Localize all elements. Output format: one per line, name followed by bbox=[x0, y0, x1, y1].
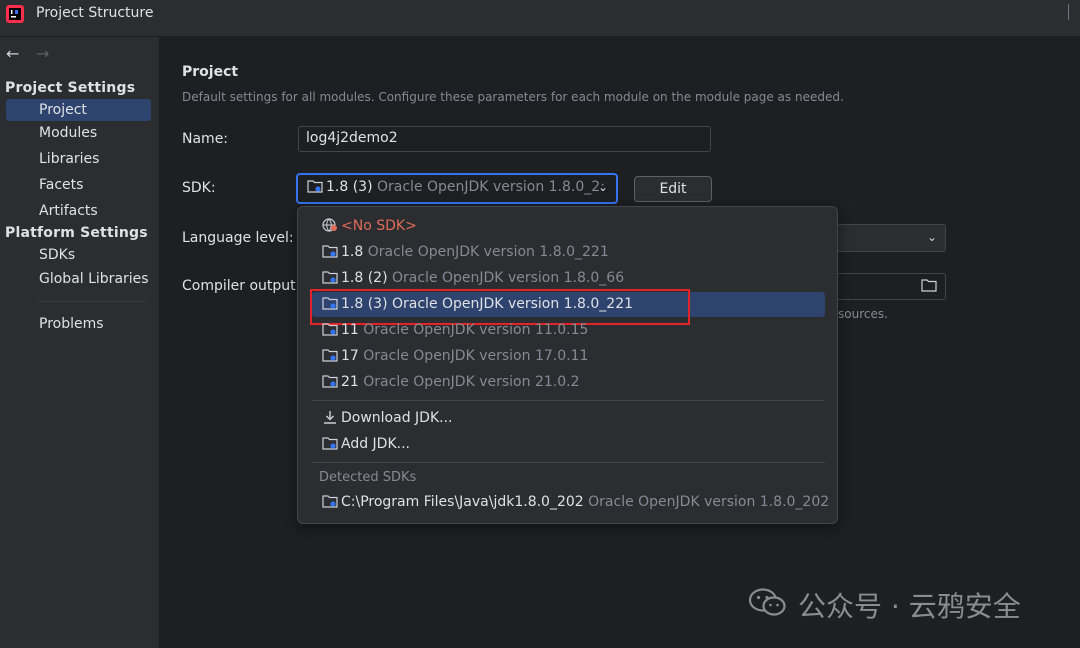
sidebar-item-libraries[interactable]: Libraries bbox=[6, 148, 151, 170]
sdk-option-version: 11 bbox=[341, 322, 359, 338]
compiler-output-hint: sources. bbox=[838, 307, 888, 321]
sdk-option-description: Oracle OpenJDK version 1.8.0_221 bbox=[367, 244, 609, 260]
chevron-down-icon: ⌄ bbox=[597, 180, 608, 194]
detected-sdks-header: Detected SDKs bbox=[319, 470, 417, 485]
sdk-option-description: Oracle OpenJDK version 1.8.0_66 bbox=[392, 270, 625, 286]
jdk-folder-icon bbox=[322, 323, 338, 336]
sidebar-divider bbox=[38, 301, 146, 302]
title-bar-divider bbox=[1068, 4, 1069, 20]
sdk-option-no-sdk[interactable]: <No SDK> bbox=[322, 218, 417, 234]
download-jdk-label: Download JDK... bbox=[341, 410, 453, 426]
sidebar-item-sdks[interactable]: SDKs bbox=[6, 244, 151, 266]
edit-sdk-button[interactable]: Edit bbox=[634, 176, 712, 202]
add-jdk-action[interactable]: Add JDK... bbox=[322, 436, 410, 452]
language-level-dropdown[interactable]: ⌄ bbox=[836, 224, 946, 252]
sdk-option[interactable]: 1.8 (2) Oracle OpenJDK version 1.8.0_66 bbox=[322, 270, 624, 286]
sdk-option-version: 1.8 bbox=[341, 244, 364, 260]
name-label: Name: bbox=[182, 131, 229, 147]
chevron-down-icon: ⌄ bbox=[926, 230, 937, 244]
sdk-option-version: 1.8 (2) bbox=[341, 270, 388, 286]
wechat-logo-icon bbox=[748, 588, 786, 616]
download-icon bbox=[324, 411, 336, 424]
window-title: Project Structure bbox=[36, 5, 154, 21]
watermark-text: 公众号 · 云鸦安全 bbox=[798, 590, 1021, 623]
title-bar: Project Structure bbox=[0, 0, 1080, 37]
sidebar-item-problems[interactable]: Problems bbox=[6, 313, 151, 335]
sidebar-item-facets[interactable]: Facets bbox=[6, 174, 151, 196]
project-name-input[interactable]: log4j2demo2 bbox=[298, 126, 711, 152]
no-sdk-globe-icon bbox=[322, 218, 337, 232]
sdk-selected-version: 1.8 (3) bbox=[326, 179, 373, 195]
sdk-option-description: Oracle OpenJDK version 17.0.11 bbox=[363, 348, 589, 364]
add-jdk-label: Add JDK... bbox=[341, 436, 410, 452]
forward-arrow-icon[interactable]: → bbox=[36, 44, 49, 63]
detected-sdk-option[interactable]: C:\Program Files\Java\jdk1.8.0_202 Oracl… bbox=[322, 494, 829, 510]
compiler-output-label: Compiler output: bbox=[182, 278, 301, 294]
no-sdk-label: <No SDK> bbox=[341, 218, 417, 234]
popup-divider bbox=[312, 400, 825, 401]
annotation-highlight-box bbox=[310, 289, 690, 325]
back-arrow-icon[interactable]: ← bbox=[6, 44, 19, 63]
page-description: Default settings for all modules. Config… bbox=[182, 90, 844, 104]
page-title: Project bbox=[182, 64, 239, 80]
section-project-settings: Project Settings bbox=[5, 80, 136, 96]
sdk-option[interactable]: 11 Oracle OpenJDK version 11.0.15 bbox=[322, 322, 588, 338]
sidebar-item-modules[interactable]: Modules bbox=[6, 122, 151, 144]
sdk-option[interactable]: 1.8 Oracle OpenJDK version 1.8.0_221 bbox=[322, 244, 609, 260]
download-jdk-action[interactable]: Download JDK... bbox=[322, 410, 452, 426]
jdk-folder-icon bbox=[322, 375, 338, 388]
jdk-folder-icon bbox=[322, 349, 338, 362]
sidebar-item-artifacts[interactable]: Artifacts bbox=[6, 200, 151, 222]
sidebar-item-global-libraries[interactable]: Global Libraries bbox=[6, 268, 151, 290]
language-level-label: Language level: bbox=[182, 230, 294, 246]
jdk-folder-icon bbox=[322, 271, 338, 284]
sdk-option[interactable]: 17 Oracle OpenJDK version 17.0.11 bbox=[322, 348, 588, 364]
sdk-option[interactable]: 21 Oracle OpenJDK version 21.0.2 bbox=[322, 374, 579, 390]
sdk-label: SDK: bbox=[182, 180, 216, 196]
add-jdk-folder-icon bbox=[322, 437, 338, 450]
section-platform-settings: Platform Settings bbox=[5, 225, 148, 241]
detected-sdk-description: Oracle OpenJDK version 1.8.0_202 bbox=[588, 494, 830, 510]
sdk-selected-description: Oracle OpenJDK version 1.8.0_2: bbox=[377, 179, 605, 195]
popup-divider bbox=[312, 462, 825, 463]
sdk-option-version: 21 bbox=[341, 374, 359, 390]
jdk-folder-icon bbox=[322, 245, 338, 258]
jdk-folder-icon bbox=[307, 180, 323, 193]
jdk-folder-icon bbox=[322, 495, 338, 508]
compiler-output-input[interactable] bbox=[836, 273, 946, 300]
sdk-option-description: Oracle OpenJDK version 11.0.15 bbox=[363, 322, 589, 338]
sdk-dropdown[interactable]: 1.8 (3) Oracle OpenJDK version 1.8.0_2: … bbox=[296, 173, 618, 204]
browse-folder-icon[interactable] bbox=[921, 278, 937, 292]
intellij-app-icon bbox=[6, 5, 24, 23]
detected-sdk-path: C:\Program Files\Java\jdk1.8.0_202 bbox=[341, 494, 584, 510]
sdk-option-description: Oracle OpenJDK version 21.0.2 bbox=[363, 374, 580, 390]
sidebar-item-project[interactable]: Project bbox=[6, 99, 151, 121]
sdk-option-version: 17 bbox=[341, 348, 359, 364]
